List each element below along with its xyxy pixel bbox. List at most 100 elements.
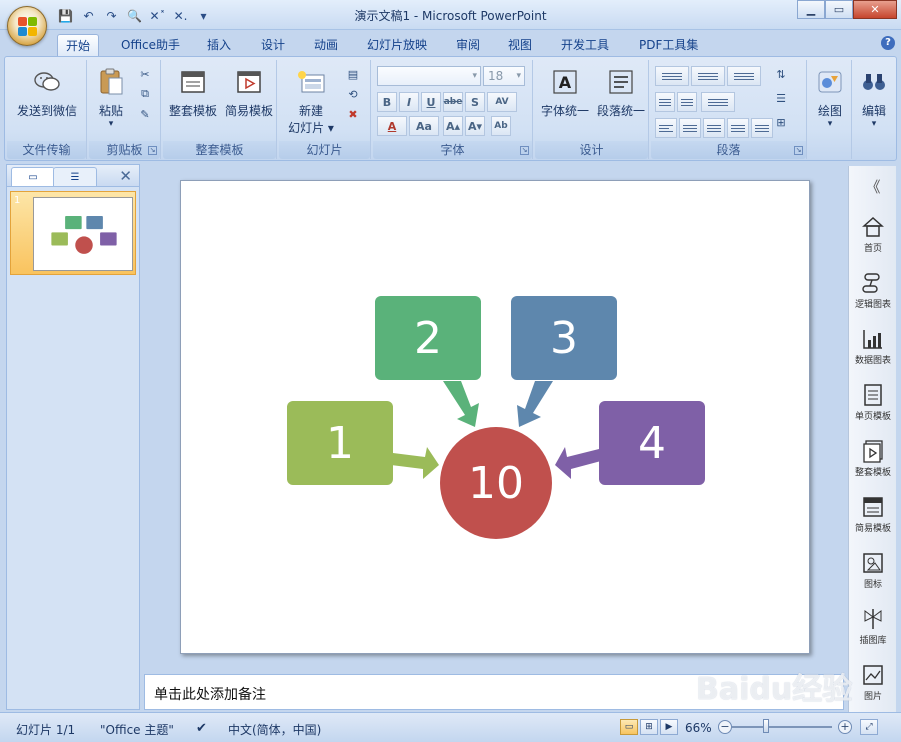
redo-icon[interactable]: ↷ <box>101 7 122 26</box>
language-indicator[interactable]: 中文(简体，中国) <box>228 721 321 738</box>
strikethrough-button[interactable]: abe <box>443 92 463 112</box>
zoom-slider-thumb[interactable] <box>763 719 769 733</box>
subscript-icon[interactable]: ✕. <box>170 7 191 26</box>
shrink-font-button[interactable]: A▾ <box>465 116 485 136</box>
grow-font-button[interactable]: A▴ <box>443 116 463 136</box>
reset-icon[interactable]: ⟲ <box>345 86 361 102</box>
change-case-button[interactable]: Aa <box>409 116 439 136</box>
font-color-button[interactable]: A <box>377 116 407 136</box>
justify-button[interactable] <box>727 118 749 138</box>
columns-button[interactable] <box>701 92 735 112</box>
para-unify-button[interactable]: 段落统一 <box>593 62 649 119</box>
clipboard-launcher-icon[interactable]: ↘ <box>148 146 157 155</box>
rp-data-chart[interactable]: 数据图表 <box>849 326 897 366</box>
zoom-in-button[interactable]: + <box>838 720 852 734</box>
char-spacing-button[interactable]: AV <box>487 92 517 112</box>
box-4[interactable]: 4 <box>599 401 705 485</box>
increase-indent-button[interactable] <box>677 92 697 112</box>
font-name-select[interactable]: ▾ <box>377 66 481 86</box>
rp-simple-template[interactable]: 简易模板 <box>849 494 897 534</box>
maximize-button[interactable]: ▭ <box>825 0 853 19</box>
drawing-button[interactable]: 绘图 ▾ <box>809 62 851 129</box>
save-icon[interactable]: 💾 <box>55 7 76 26</box>
print-preview-icon[interactable]: 🔍 <box>124 7 145 26</box>
decrease-indent-button[interactable] <box>655 92 675 112</box>
align-left-button[interactable] <box>655 118 677 138</box>
rp-pictures[interactable]: 图片 <box>849 662 897 702</box>
align-right-button[interactable] <box>703 118 725 138</box>
paste-dropdown-icon[interactable]: ▾ <box>109 119 114 129</box>
tab-developer[interactable]: 开发工具 <box>553 34 617 56</box>
help-icon[interactable]: ? <box>881 36 895 50</box>
sorter-view-button[interactable]: ⊞ <box>640 719 658 735</box>
undo-icon[interactable]: ↶ <box>78 7 99 26</box>
text-direction-icon[interactable]: ⇅ <box>773 66 789 82</box>
paragraph-launcher-icon[interactable]: ↘ <box>794 146 803 155</box>
clear-format-button[interactable]: Ab <box>491 116 511 136</box>
slideshow-view-button[interactable]: ▶ <box>660 719 678 735</box>
rp-full-template[interactable]: 整套模板 <box>849 438 897 478</box>
align-text-icon[interactable]: ☰ <box>773 90 789 106</box>
paste-button[interactable]: 粘贴 ▾ <box>91 62 131 129</box>
slide-thumbnail[interactable]: 1 <box>10 191 136 275</box>
tab-office-assistant[interactable]: Office助手 <box>113 34 188 56</box>
bold-button[interactable]: B <box>377 92 397 112</box>
spellcheck-icon[interactable]: ✔ <box>196 721 207 736</box>
font-size-select[interactable]: 18 ▾ <box>483 66 525 86</box>
normal-view-button[interactable]: ▭ <box>620 719 638 735</box>
slide-canvas[interactable]: 2 3 1 4 10 <box>180 180 810 654</box>
format-painter-icon[interactable]: ✎ <box>137 106 153 122</box>
office-button[interactable] <box>7 6 47 46</box>
align-center-button[interactable] <box>679 118 701 138</box>
fit-to-window-icon[interactable]: ⤢ <box>860 719 878 735</box>
minimize-button[interactable]: ▁ <box>797 0 825 19</box>
zoom-slider[interactable] <box>732 726 832 728</box>
rp-single-template[interactable]: 单页模板 <box>849 382 897 422</box>
tab-review[interactable]: 审阅 <box>448 34 488 56</box>
line-spacing-button[interactable] <box>727 66 761 86</box>
theme-name[interactable]: "Office 主题" <box>100 721 174 738</box>
cut-icon[interactable]: ✂ <box>137 66 153 82</box>
box-3[interactable]: 3 <box>511 296 617 380</box>
font-launcher-icon[interactable]: ↘ <box>520 146 529 155</box>
editing-button[interactable]: 编辑 ▾ <box>852 62 896 129</box>
font-unify-button[interactable]: A 字体统一 <box>537 62 593 119</box>
tab-view[interactable]: 视图 <box>500 34 540 56</box>
full-template-button[interactable]: 整套模板 <box>165 62 221 119</box>
tab-design[interactable]: 设计 <box>253 34 293 56</box>
tab-home[interactable]: 开始 <box>57 34 100 56</box>
collapse-panel-icon[interactable]: 《 <box>849 176 897 197</box>
delete-slide-icon[interactable]: ✖ <box>345 106 361 122</box>
center-circle[interactable]: 10 <box>440 427 552 539</box>
customize-qat-icon[interactable]: ▾ <box>193 7 214 26</box>
numbering-button[interactable] <box>691 66 725 86</box>
tab-insert[interactable]: 插入 <box>199 34 239 56</box>
rp-logic-chart[interactable]: 逻辑图表 <box>849 270 897 310</box>
shadow-button[interactable]: S <box>465 92 485 112</box>
box-1[interactable]: 1 <box>287 401 393 485</box>
close-icon[interactable]: ✕ <box>119 167 132 185</box>
underline-button[interactable]: U <box>421 92 441 112</box>
bullets-button[interactable] <box>655 66 689 86</box>
tab-slideshow[interactable]: 幻灯片放映 <box>359 34 435 56</box>
copy-icon[interactable]: ⧉ <box>137 86 153 102</box>
italic-button[interactable]: I <box>399 92 419 112</box>
zoom-out-button[interactable]: − <box>718 720 732 734</box>
smartart-icon[interactable]: ⊞ <box>773 114 789 130</box>
close-button[interactable]: ✕ <box>853 0 897 19</box>
tab-animation[interactable]: 动画 <box>306 34 346 56</box>
box-2[interactable]: 2 <box>375 296 481 380</box>
slides-tab[interactable]: ▭ <box>11 167 55 186</box>
rp-illustration-library[interactable]: 插图库 <box>849 606 897 646</box>
zoom-level[interactable]: 66% <box>685 721 712 735</box>
new-slide-button[interactable]: 新建 幻灯片 ▾ <box>281 62 341 136</box>
superscript-icon[interactable]: ✕˟ <box>147 7 168 26</box>
tab-pdf-tools[interactable]: PDF工具集 <box>631 34 706 56</box>
distribute-button[interactable] <box>751 118 773 138</box>
layout-icon[interactable]: ▤ <box>345 66 361 82</box>
outline-tab[interactable]: ☰ <box>53 167 97 186</box>
rp-icons[interactable]: 图标 <box>849 550 897 590</box>
simple-template-button[interactable]: 简易模板 <box>221 62 277 119</box>
rp-home[interactable]: 首页 <box>849 214 897 254</box>
send-to-wechat-button[interactable]: 发送到微信 <box>7 62 87 119</box>
